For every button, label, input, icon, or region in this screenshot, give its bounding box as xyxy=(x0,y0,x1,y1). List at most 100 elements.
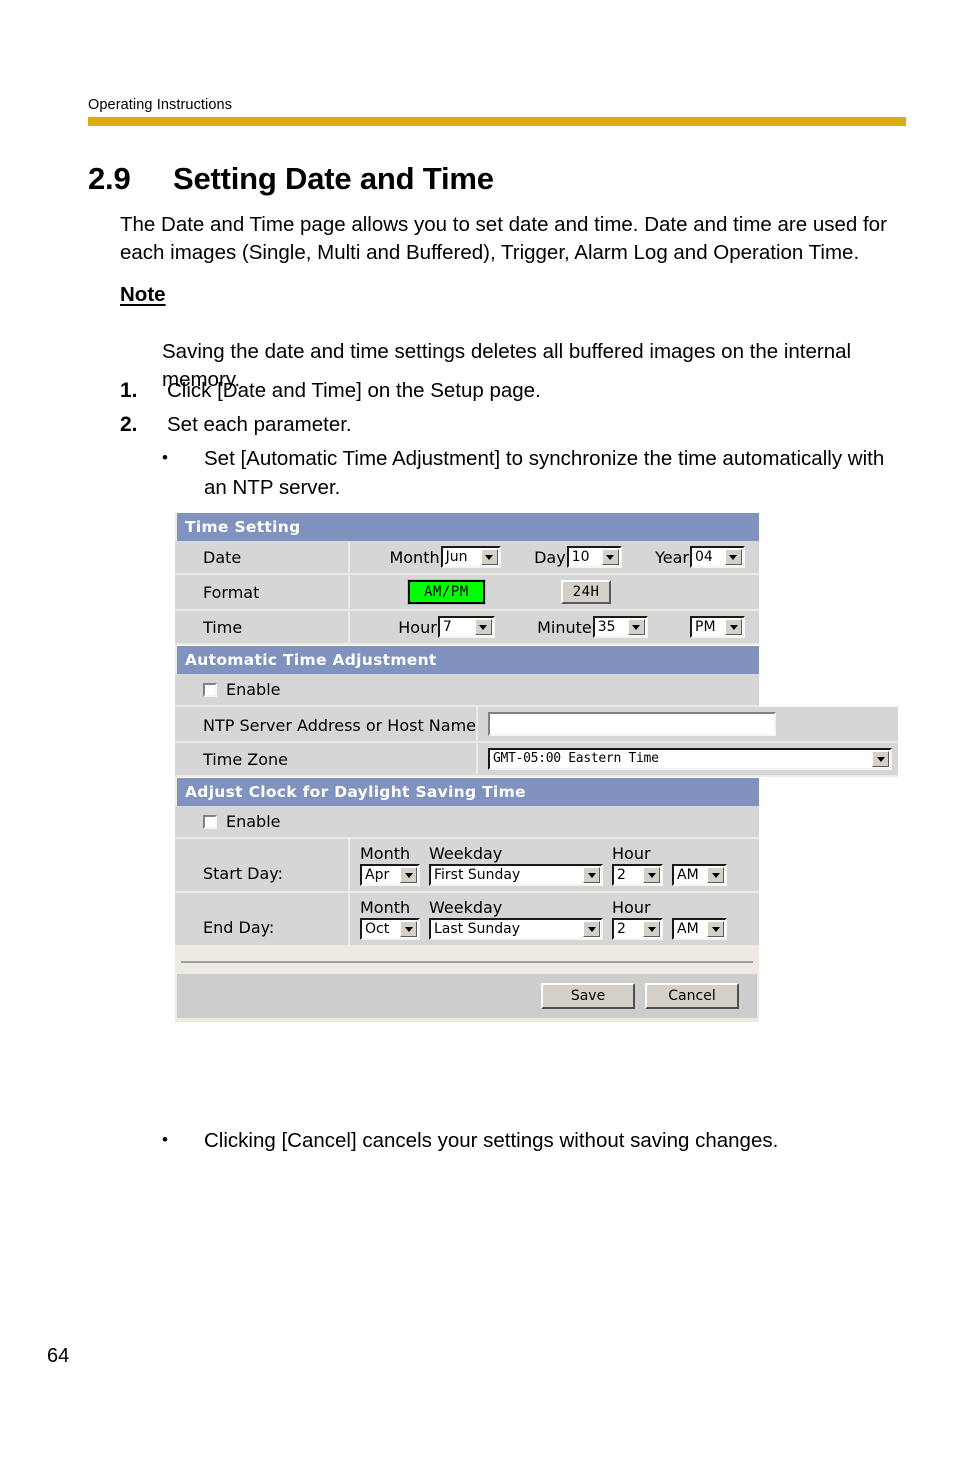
bullet-text: Set [Automatic Time Adjustment] to synch… xyxy=(204,447,885,499)
chevron-down-icon[interactable] xyxy=(707,921,724,937)
format-ampm-button[interactable]: AM/PM xyxy=(407,579,486,605)
dst-enable-checkbox[interactable] xyxy=(203,814,217,829)
chevron-down-icon[interactable] xyxy=(400,867,417,883)
auto-time-enable-checkbox[interactable] xyxy=(203,682,217,697)
dst-end-ampm-value: AM xyxy=(677,921,699,937)
bullet-item-1: • Set [Automatic Time Adjustment] to syn… xyxy=(162,445,892,502)
day-select[interactable]: 10 xyxy=(566,546,622,568)
hour-select[interactable]: 7 xyxy=(437,616,495,638)
dst-start-month-label: Month xyxy=(360,844,411,863)
running-header-label: Operating Instructions xyxy=(88,97,233,113)
dst-start-controls: Month Apr Weekday First Sunday Hour 2 AM xyxy=(360,844,753,886)
ampm-select-value: PM xyxy=(695,619,716,635)
dst-enable-label: Enable xyxy=(226,812,281,831)
row-label-start-day: Start Day: xyxy=(175,839,350,893)
dst-start-hour-value: 2 xyxy=(617,867,626,883)
table-row-format: Format AM/PM 24H xyxy=(175,574,759,611)
section-header-daylight-saving-time: Adjust Clock for Daylight Saving Time xyxy=(177,777,759,806)
step-marker: 2. xyxy=(120,413,138,436)
dst-start-ampm-select[interactable]: AM xyxy=(672,864,727,886)
minute-label: Minute xyxy=(537,617,592,637)
row-label-format: Format xyxy=(175,574,350,611)
chevron-down-icon[interactable] xyxy=(643,921,660,937)
step-text: Set each parameter. xyxy=(167,413,352,436)
dst-end-hour-label: Hour xyxy=(612,898,651,917)
year-select[interactable]: 04 xyxy=(689,546,745,568)
dst-enable-row[interactable]: Enable xyxy=(175,806,759,839)
section-number: 2.9 xyxy=(88,160,131,196)
row-label-end-day: End Day: xyxy=(175,892,350,947)
table-row-date: Date Month Jun Day 10 Year 04 xyxy=(175,541,759,575)
month-select[interactable]: Jun xyxy=(440,546,501,568)
bullet-text: Clicking [Cancel] cancels your settings … xyxy=(204,1129,779,1152)
time-setting-table: Date Month Jun Day 10 Year 04 Format AM/… xyxy=(175,541,759,645)
bullet-item-2: • Clicking [Cancel] cancels your setting… xyxy=(162,1127,892,1156)
chevron-down-icon[interactable] xyxy=(601,549,619,565)
time-zone-select-value: GMT-05:00 Eastern Time xyxy=(493,751,659,766)
form-footer: Save Cancel xyxy=(177,974,757,1018)
chevron-down-icon[interactable] xyxy=(583,867,600,883)
dst-start-hour-select[interactable]: 2 xyxy=(612,864,663,886)
dst-end-month-select[interactable]: Oct xyxy=(360,918,420,940)
row-label-time: Time xyxy=(175,610,350,645)
table-row-time: Time Hour 7 Minute 35 PM xyxy=(175,610,759,645)
year-select-value: 04 xyxy=(694,549,713,565)
dst-start-weekday-value: First Sunday xyxy=(434,867,521,883)
table-row-dst-end: End Day: Month Oct Weekday Last Sunday H… xyxy=(175,892,759,947)
chevron-down-icon[interactable] xyxy=(872,751,890,767)
chevron-down-icon[interactable] xyxy=(643,867,660,883)
dst-end-ampm-select[interactable]: AM xyxy=(672,918,727,940)
page-number: 64 xyxy=(47,1345,70,1367)
chevron-down-icon[interactable] xyxy=(707,867,724,883)
bullet-dot-icon: • xyxy=(162,1130,168,1149)
dst-start-ampm-value: AM xyxy=(677,867,699,883)
step-text: Click [Date and Time] on the Setup page. xyxy=(167,379,541,402)
day-label: Day xyxy=(534,547,566,567)
page-header: Operating Instructions xyxy=(88,96,906,126)
chevron-down-icon[interactable] xyxy=(627,619,645,635)
table-row-dst-start: Start Day: Month Apr Weekday First Sunda… xyxy=(175,839,759,893)
chevron-down-icon[interactable] xyxy=(400,921,417,937)
hour-select-value: 7 xyxy=(442,619,452,635)
auto-time-enable-label: Enable xyxy=(226,680,281,699)
form-divider xyxy=(181,961,753,963)
dst-end-month-value: Oct xyxy=(365,921,390,937)
chevron-down-icon[interactable] xyxy=(725,619,742,635)
auto-time-enable-row[interactable]: Enable xyxy=(175,674,759,707)
chevron-down-icon[interactable] xyxy=(474,619,492,635)
year-label: Year xyxy=(655,547,689,567)
dst-end-hour-select[interactable]: 2 xyxy=(612,918,663,940)
dst-start-month-select[interactable]: Apr xyxy=(360,864,420,886)
day-select-value: 10 xyxy=(571,549,590,565)
minute-select[interactable]: 35 xyxy=(592,616,648,638)
note-heading: Note xyxy=(120,283,166,306)
month-label: Month xyxy=(389,547,440,567)
dst-start-weekday-select[interactable]: First Sunday xyxy=(429,864,603,886)
dst-end-weekday-label: Weekday xyxy=(429,898,503,917)
auto-time-table: NTP Server Address or Host Name Time Zon… xyxy=(175,707,899,777)
dst-start-weekday-label: Weekday xyxy=(429,844,503,863)
chevron-down-icon[interactable] xyxy=(583,921,600,937)
intro-paragraph: The Date and Time page allows you to set… xyxy=(120,212,887,265)
table-row-ntp-server: NTP Server Address or Host Name xyxy=(175,707,899,743)
format-24h-button[interactable]: 24H xyxy=(560,580,612,604)
save-button[interactable]: Save xyxy=(541,983,635,1009)
bullet-dot-icon: • xyxy=(162,448,168,467)
row-label-ntp-server: NTP Server Address or Host Name xyxy=(175,707,479,743)
ampm-select[interactable]: PM xyxy=(690,616,745,638)
step-item-1: 1. Click [Date and Time] on the Setup pa… xyxy=(120,377,890,406)
dst-end-controls: Month Oct Weekday Last Sunday Hour 2 AM xyxy=(360,898,753,940)
dst-end-weekday-select[interactable]: Last Sunday xyxy=(429,918,603,940)
time-controls: Hour 7 Minute 35 PM xyxy=(356,616,753,638)
row-label-time-zone: Time Zone xyxy=(175,742,479,777)
page-title: 2.9 Setting Date and Time xyxy=(88,161,918,197)
chevron-down-icon[interactable] xyxy=(480,549,498,565)
dst-end-weekday-value: Last Sunday xyxy=(434,921,520,937)
chevron-down-icon[interactable] xyxy=(724,549,742,565)
ntp-server-input[interactable] xyxy=(488,712,777,736)
date-controls: Month Jun Day 10 Year 04 xyxy=(356,546,753,568)
date-time-settings-form: Time Setting Date Month Jun Day 10 Year … xyxy=(175,512,899,1022)
cancel-button[interactable]: Cancel xyxy=(645,983,739,1009)
time-zone-select[interactable]: GMT-05:00 Eastern Time xyxy=(488,748,893,770)
section-header-automatic-time-adjustment: Automatic Time Adjustment xyxy=(177,645,759,674)
